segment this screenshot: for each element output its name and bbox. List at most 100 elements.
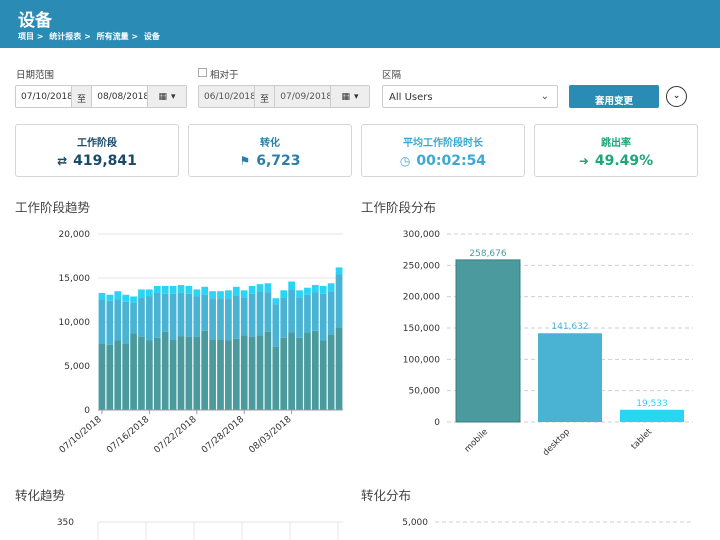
bar-tablet [209, 291, 216, 299]
bar-desktop [169, 293, 177, 340]
y-tick-label: 5,000 [64, 362, 90, 372]
date-range-picker[interactable]: 07/10/2018 至 08/08/2018 ▦ ▾ [15, 85, 187, 108]
bar-tablet [217, 291, 224, 299]
data-label: 141,632 [551, 322, 588, 332]
y-tick-label: 350 [57, 518, 74, 528]
bar-mobile [319, 340, 327, 410]
bar-desktop [319, 293, 327, 341]
compare-start-field[interactable]: 06/10/2018 [199, 86, 254, 107]
bar-mobile [327, 334, 335, 410]
bar-desktop [538, 333, 602, 422]
bar-tablet [280, 290, 288, 298]
bar-desktop [288, 289, 295, 333]
y-tick-label: 200,000 [403, 293, 440, 303]
kpi-value: 00:02:54 [416, 153, 487, 169]
compare-date-picker[interactable]: 06/10/2018 至 07/09/2018 ▦ ▾ [198, 85, 370, 108]
bar-desktop [264, 292, 272, 332]
segment-value: All Users [389, 92, 433, 103]
kpi-label: 转化 [260, 138, 280, 149]
date-to-label: 至 [70, 86, 93, 107]
bar-tablet [319, 285, 327, 294]
bar-desktop [98, 300, 106, 344]
end-date-field[interactable]: 08/08/2018 [92, 86, 147, 107]
kpi-label: 工作阶段 [77, 138, 117, 149]
bar-tablet [185, 285, 193, 294]
y-tick-label: 5,000 [402, 518, 428, 528]
breadcrumb-item[interactable]: 所有流量 > [97, 32, 139, 41]
bar-mobile [311, 330, 319, 410]
start-date-field[interactable]: 07/10/2018 [16, 86, 71, 107]
date-range-label: 日期范围 [16, 70, 55, 81]
bar-tablet [106, 294, 114, 301]
bar-desktop [272, 304, 280, 347]
bar-desktop [106, 300, 114, 345]
y-tick-label: 50,000 [409, 387, 441, 397]
x-tick-label: 07/10/2018 [58, 414, 104, 455]
flag-icon: ⚑ [239, 154, 251, 168]
bar-tablet [177, 285, 185, 293]
caret-down-icon: ▾ [171, 91, 176, 102]
y-tick-label: 100,000 [403, 355, 440, 365]
bar-mobile [130, 333, 137, 410]
bar-mobile [146, 340, 153, 410]
bar-mobile [264, 331, 272, 410]
compare-checkbox[interactable] [198, 68, 207, 77]
bar-mobile [256, 335, 264, 410]
bar-desktop [146, 296, 153, 341]
calendar-dropdown-button[interactable]: ▦ ▾ [147, 86, 186, 107]
sessions-trend-chart: 0 5,000 10,000 15,000 20,000 07/10/2018 07/16/… [58, 230, 343, 456]
bar-desktop [130, 302, 137, 334]
bar-desktop [280, 297, 288, 338]
y-tick-label: 0 [84, 406, 90, 416]
compare-calendar-button[interactable]: ▦ ▾ [330, 86, 369, 107]
bar-desktop [201, 294, 209, 331]
apply-changes-button[interactable]: 套用变更 [569, 85, 659, 108]
bar-desktop [304, 294, 311, 333]
bar-tablet [304, 287, 311, 295]
calendar-icon: ▦ [341, 91, 350, 102]
bar-tablet [620, 409, 684, 422]
bar-desktop [177, 292, 185, 337]
compare-end-field[interactable]: 07/09/2018 [275, 86, 331, 107]
bar-tablet [264, 283, 272, 293]
y-tick-label: 150,000 [403, 324, 440, 334]
segment-label: 区隔 [382, 70, 402, 81]
kpi-value: 419,841 [73, 153, 137, 169]
bar-tablet [240, 290, 248, 298]
bar-mobile [240, 335, 248, 410]
breadcrumb-item[interactable]: 统计报表 > [49, 32, 91, 41]
bar-mobile [177, 336, 185, 410]
kpi-value: 49.49% [594, 153, 654, 169]
x-tick-label: 08/03/2018 [247, 414, 293, 455]
kpi-label: 平均工作阶段时长 [403, 138, 483, 149]
bar-mobile [185, 336, 193, 410]
breadcrumb-item[interactable]: 项目 > [18, 32, 44, 41]
kpi-conversions: 转化 ⚑ 6,723 [188, 124, 352, 177]
bar-tablet [335, 267, 343, 275]
bar-desktop [185, 293, 193, 337]
y-tick-label: 250,000 [403, 261, 440, 271]
bar-mobile [455, 259, 521, 423]
sessions-distribution-title: 工作阶段分布 [361, 200, 437, 215]
bar-mobile [169, 339, 177, 410]
breadcrumb: 项目 > 统计报表 > 所有流量 > 设备 [18, 31, 163, 42]
bar-desktop [193, 296, 201, 337]
chevron-down-icon: ⌄ [540, 91, 549, 102]
sign-out-icon: ➜ [578, 154, 589, 168]
bar-tablet [130, 296, 137, 303]
bar-tablet [138, 289, 145, 298]
segment-select[interactable]: All Users ⌄ [382, 85, 558, 108]
data-label: 19,533 [636, 399, 668, 409]
bar-desktop [327, 291, 335, 335]
clock-icon: ◷ [399, 154, 411, 168]
bar-desktop [153, 292, 161, 338]
bar-desktop [311, 292, 319, 331]
bar-mobile [138, 336, 145, 410]
bar-mobile [296, 337, 303, 410]
bar-mobile [106, 344, 114, 410]
bar-desktop [114, 299, 122, 341]
bar-desktop [248, 293, 256, 337]
x-tick-label: 07/16/2018 [105, 414, 151, 455]
bar-mobile [217, 339, 224, 410]
expand-options-button[interactable]: ⌄ [666, 86, 687, 107]
